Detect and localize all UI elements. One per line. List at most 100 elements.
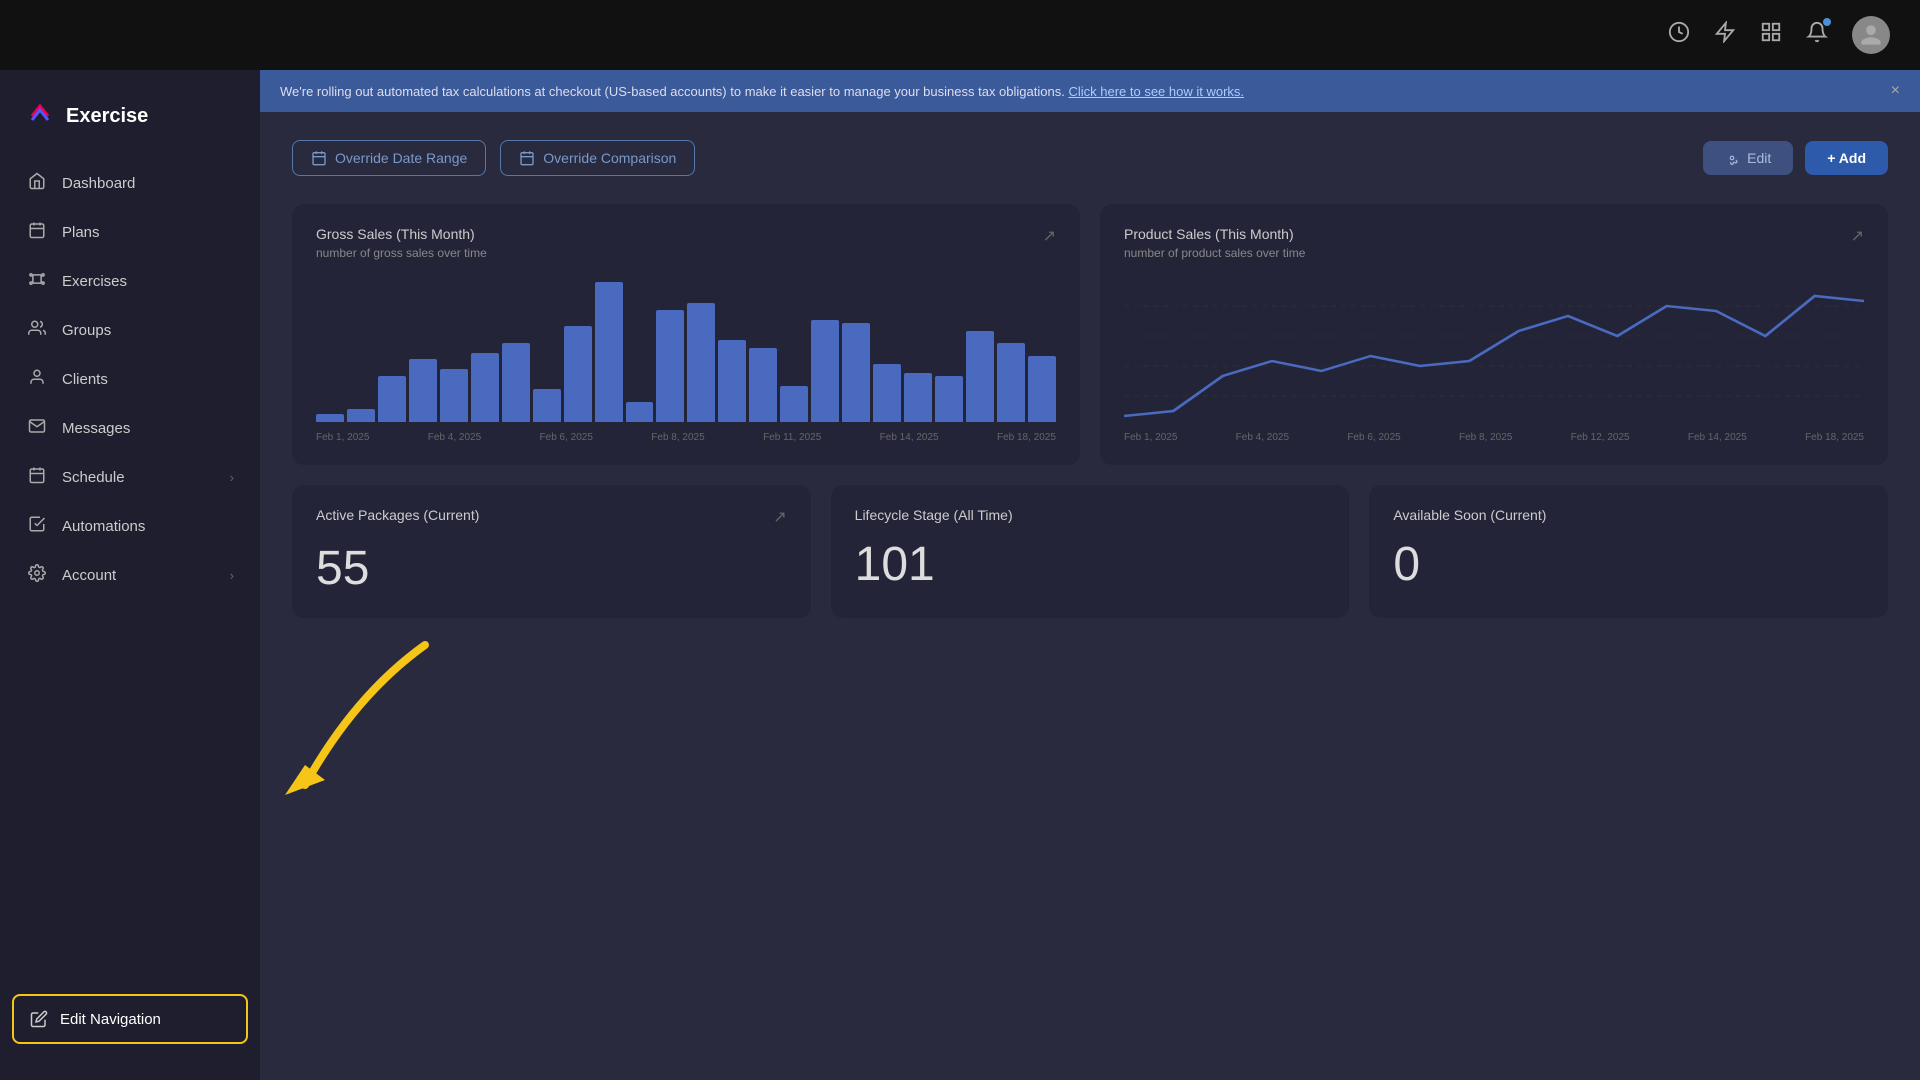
sidebar-label-plans: Plans <box>62 224 100 241</box>
clients-icon <box>26 368 48 391</box>
bar <box>656 310 684 422</box>
sidebar-item-schedule[interactable]: Schedule › <box>12 454 248 501</box>
bar <box>626 402 654 422</box>
bar <box>1028 356 1056 422</box>
automations-icon <box>26 515 48 538</box>
sidebar-label-dashboard: Dashboard <box>62 175 135 192</box>
lifecycle-stage-card: Lifecycle Stage (All Time) 101 <box>831 485 1350 618</box>
charts-grid: Gross Sales (This Month) number of gross… <box>292 204 1888 465</box>
banner-link[interactable]: Click here to see how it works. <box>1068 84 1244 99</box>
bar <box>873 364 901 422</box>
product-sales-title: Product Sales (This Month) <box>1124 226 1305 242</box>
bar <box>347 409 375 422</box>
gross-sales-title: Gross Sales (This Month) <box>316 226 487 242</box>
sidebar-label-schedule: Schedule <box>62 469 125 486</box>
plans-icon <box>26 221 48 244</box>
bar <box>687 303 715 422</box>
sidebar-logo: Exercise <box>0 90 260 160</box>
toolbar-row: Override Date Range Override Comparison <box>292 140 1888 176</box>
grid-icon[interactable] <box>1760 21 1782 49</box>
content: We're rolling out automated tax calculat… <box>260 70 1920 1080</box>
gross-sales-subtitle: number of gross sales over time <box>316 246 487 260</box>
sidebar-label-automations: Automations <box>62 518 145 535</box>
sidebar-item-account[interactable]: Account › <box>12 552 248 599</box>
override-comparison-label: Override Comparison <box>543 150 676 166</box>
main-layout: Exercise Dashboard <box>0 70 1920 1080</box>
override-comparison-button[interactable]: Override Comparison <box>500 140 695 176</box>
product-sales-external-link-icon[interactable]: ↗ <box>1851 226 1864 246</box>
gross-sales-card: Gross Sales (This Month) number of gross… <box>292 204 1080 465</box>
bar <box>378 376 406 422</box>
edit-navigation-button[interactable]: Edit Navigation <box>12 994 248 1044</box>
sidebar-item-dashboard[interactable]: Dashboard <box>12 160 248 207</box>
edit-navigation-label: Edit Navigation <box>60 1011 161 1028</box>
history-icon[interactable] <box>1668 21 1690 49</box>
sidebar: Exercise Dashboard <box>0 70 260 1080</box>
sidebar-label-clients: Clients <box>62 371 108 388</box>
toolbar-left: Override Date Range Override Comparison <box>292 140 695 176</box>
toolbar-right: Edit + Add <box>1703 141 1888 175</box>
announcement-banner: We're rolling out automated tax calculat… <box>260 70 1920 112</box>
bar <box>316 414 344 422</box>
sidebar-item-plans[interactable]: Plans <box>12 209 248 256</box>
sidebar-nav: Dashboard Plans <box>0 160 260 984</box>
bell-icon[interactable] <box>1806 21 1828 49</box>
exercises-icon <box>26 270 48 293</box>
bar <box>440 369 468 422</box>
stats-grid: Active Packages (Current) ↗ 55 Lifecycle… <box>292 485 1888 618</box>
available-soon-card: Available Soon (Current) 0 <box>1369 485 1888 618</box>
bar <box>502 343 530 422</box>
sidebar-label-groups: Groups <box>62 322 111 339</box>
schedule-icon <box>26 466 48 489</box>
sidebar-item-automations[interactable]: Automations <box>12 503 248 550</box>
available-soon-value: 0 <box>1393 537 1864 592</box>
bar <box>564 326 592 422</box>
bar <box>533 389 561 422</box>
bar <box>409 359 437 422</box>
banner-text: We're rolling out automated tax calculat… <box>280 84 1244 99</box>
sidebar-item-messages[interactable]: Messages <box>12 405 248 452</box>
bar <box>997 343 1025 422</box>
banner-close-button[interactable]: × <box>1891 82 1900 100</box>
add-button[interactable]: + Add <box>1805 141 1888 175</box>
gross-sales-bar-chart <box>316 276 1056 426</box>
account-icon <box>26 564 48 587</box>
bar <box>595 282 623 422</box>
sidebar-item-groups[interactable]: Groups <box>12 307 248 354</box>
active-packages-card: Active Packages (Current) ↗ 55 <box>292 485 811 618</box>
available-soon-title: Available Soon (Current) <box>1393 507 1546 523</box>
override-date-range-label: Override Date Range <box>335 150 467 166</box>
groups-icon <box>26 319 48 342</box>
dashboard-content: Override Date Range Override Comparison <box>260 112 1920 1080</box>
bar <box>749 348 777 422</box>
lightning-icon[interactable] <box>1714 21 1736 49</box>
active-packages-external-link-icon[interactable]: ↗ <box>773 507 786 527</box>
sidebar-item-clients[interactable]: Clients <box>12 356 248 403</box>
schedule-chevron: › <box>230 470 234 485</box>
bar <box>842 323 870 422</box>
bar <box>718 340 746 422</box>
avatar[interactable] <box>1852 16 1890 54</box>
sidebar-label-exercises: Exercises <box>62 273 127 290</box>
bar <box>811 320 839 422</box>
product-sales-card: Product Sales (This Month) number of pro… <box>1100 204 1888 465</box>
product-sales-line-chart <box>1124 276 1864 426</box>
add-label: + Add <box>1827 150 1866 166</box>
product-sales-x-labels: Feb 1, 2025 Feb 4, 2025 Feb 6, 2025 Feb … <box>1124 432 1864 443</box>
active-packages-title: Active Packages (Current) <box>316 507 479 523</box>
sidebar-label-messages: Messages <box>62 420 130 437</box>
top-bar <box>0 0 1920 70</box>
override-date-range-button[interactable]: Override Date Range <box>292 140 486 176</box>
sidebar-item-exercises[interactable]: Exercises <box>12 258 248 305</box>
bar <box>780 386 808 422</box>
sidebar-label-account: Account <box>62 567 116 584</box>
gross-sales-x-labels: Feb 1, 2025 Feb 4, 2025 Feb 6, 2025 Feb … <box>316 432 1056 443</box>
account-chevron: › <box>230 568 234 583</box>
edit-label: Edit <box>1747 150 1771 166</box>
bar <box>966 331 994 422</box>
gross-sales-external-link-icon[interactable]: ↗ <box>1043 226 1056 246</box>
edit-button[interactable]: Edit <box>1703 141 1793 175</box>
messages-icon <box>26 417 48 440</box>
active-packages-value: 55 <box>316 541 787 596</box>
bar <box>471 353 499 422</box>
